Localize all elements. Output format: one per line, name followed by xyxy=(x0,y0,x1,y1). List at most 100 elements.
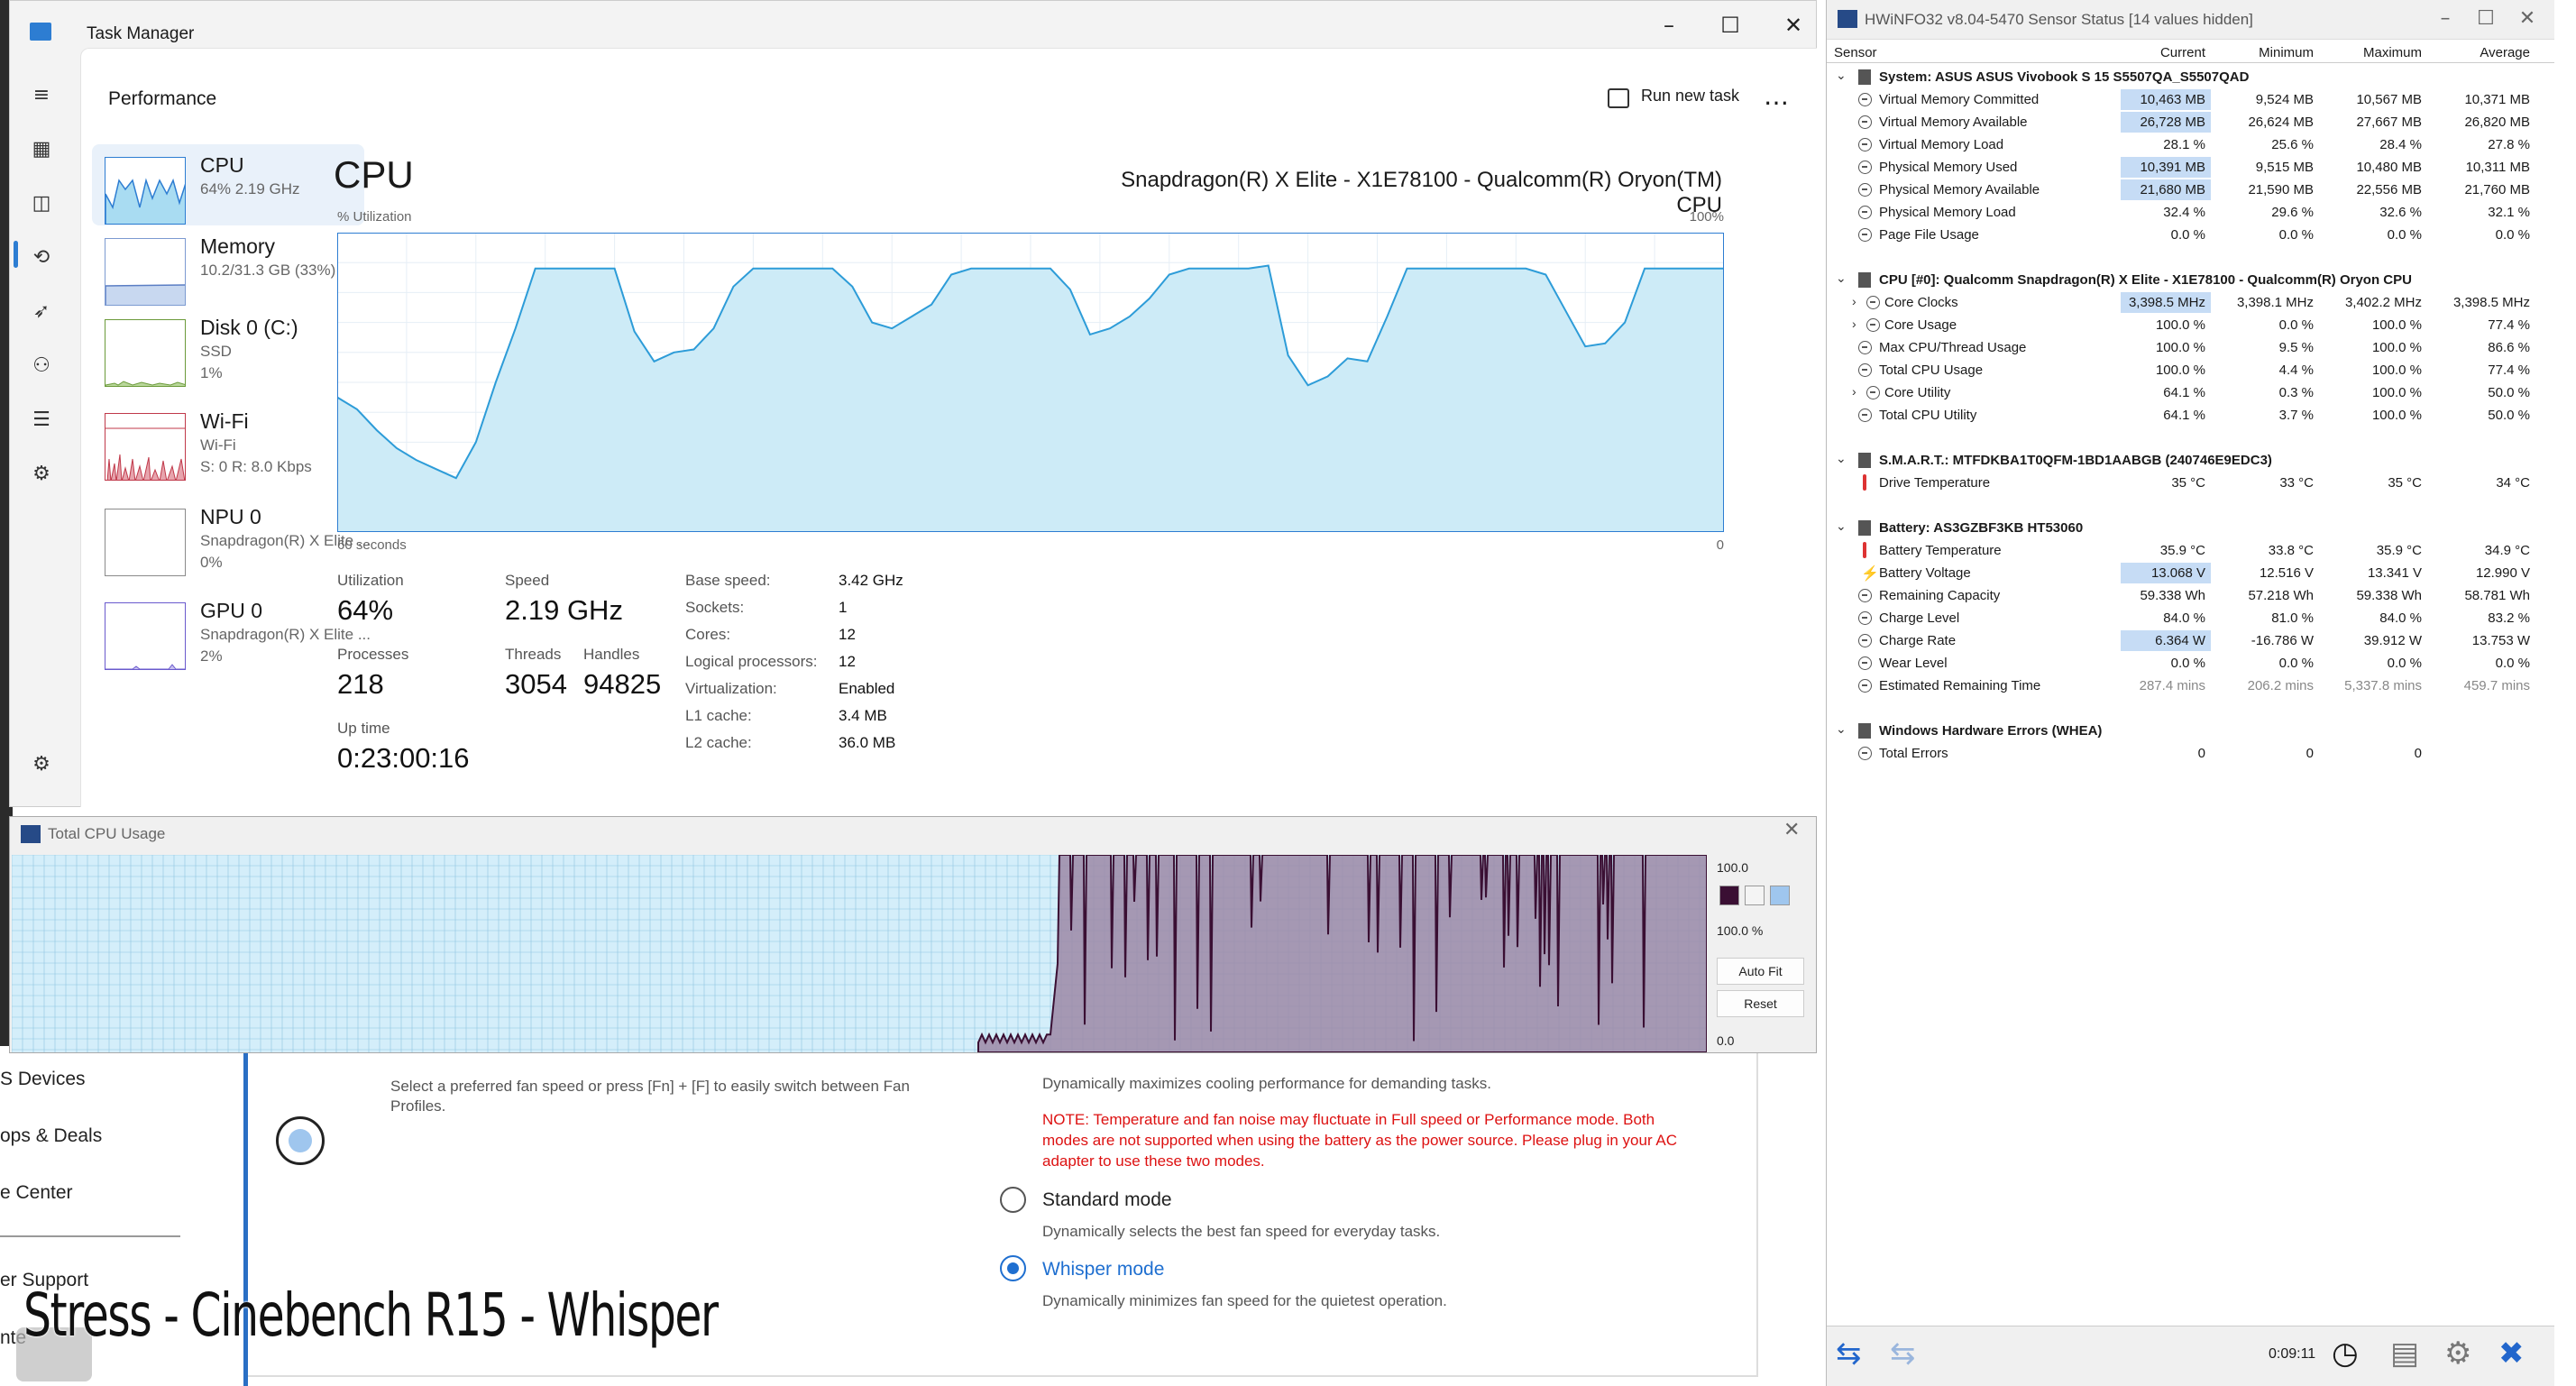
sensor-value: 3,398.5 MHz xyxy=(2128,295,2205,310)
sensor-value: -16.786 W xyxy=(2251,633,2314,648)
sensor-value: 0 xyxy=(2197,746,2205,761)
standard-mode-radio[interactable] xyxy=(1000,1187,1026,1213)
collapse-chevron-icon[interactable]: ⌄ xyxy=(1836,721,1847,737)
collapse-chevron-icon[interactable]: ⌄ xyxy=(1836,451,1847,466)
settings-icon[interactable]: ⚙ xyxy=(2444,1336,2471,1372)
auto-fit-button[interactable]: Auto Fit xyxy=(1717,958,1804,985)
hamburger-menu-icon[interactable]: ≡ xyxy=(28,82,55,109)
sensor-value: 100.0 % xyxy=(2155,363,2205,378)
col-maximum[interactable]: Maximum xyxy=(2323,45,2422,60)
sensor-row[interactable]: Estimated Remaining Time 287.4 mins 206.2 … xyxy=(1827,675,2554,697)
sensor-row[interactable]: Physical Memory Available 21,680 MB 21,590… xyxy=(1827,179,2554,201)
sensor-group-header[interactable]: ⌄ Windows Hardware Errors (WHEA) xyxy=(1827,720,2554,742)
sensor-group-header[interactable]: ⌄ S.M.A.R.T.: MTFDKBA1T0QFM-1BD1AABGB (24… xyxy=(1827,449,2554,472)
sensor-row[interactable]: Battery Temperature 35.9 °C 33.8 °C 35.9 °C… xyxy=(1827,539,2554,562)
collapse-chevron-icon[interactable]: ⌄ xyxy=(1836,519,1847,534)
cpu-thumbnail xyxy=(105,157,186,225)
sensor-row[interactable]: Virtual Memory Committed 10,463 MB 9,524 M… xyxy=(1827,88,2554,111)
close-icon[interactable]: ✕ xyxy=(2509,7,2545,30)
run-task-icon[interactable] xyxy=(1608,88,1629,108)
expand-chevron-icon[interactable]: › xyxy=(1852,317,1856,331)
arrows-icon[interactable]: ⇆ xyxy=(1836,1336,1862,1372)
standard-mode-title[interactable]: Standard mode xyxy=(1042,1189,1172,1211)
sensor-value: 0 xyxy=(2306,746,2314,761)
sensor-row[interactable]: Drive Temperature 35 °C 33 °C 35 °C 34 °C xyxy=(1827,472,2554,494)
details-icon[interactable]: ☰ xyxy=(28,407,55,434)
hwinfo-title-bar[interactable]: HWiNFO32 v8.04-5470 Sensor Status [14 va… xyxy=(1827,0,2554,40)
sensor-row[interactable]: Max CPU/Thread Usage 100.0 % 9.5 % 100.0 % 8… xyxy=(1827,336,2554,359)
sensor-row[interactable]: Virtual Memory Load 28.1 % 25.6 % 28.4 % 27.… xyxy=(1827,133,2554,156)
collapse-chevron-icon[interactable]: ⌄ xyxy=(1836,68,1847,83)
cpu-usage-area xyxy=(977,855,1707,1052)
sensor-row[interactable]: Virtual Memory Available 26,728 MB 26,624 … xyxy=(1827,111,2554,133)
resource-disk[interactable]: Disk 0 (C:) SSD 1% xyxy=(92,307,364,388)
startup-apps-icon[interactable]: ➶ xyxy=(28,298,55,326)
close-icon[interactable]: ✕ xyxy=(1783,819,1800,841)
expand-chevron-icon[interactable]: › xyxy=(1852,384,1856,399)
sensor-row[interactable]: Physical Memory Load 32.4 % 29.6 % 32.6 % 32… xyxy=(1827,201,2554,224)
clock-icon[interactable]: ◷ xyxy=(2332,1336,2359,1372)
resource-cpu[interactable]: CPU 64% 2.19 GHz xyxy=(92,144,364,225)
minimize-icon[interactable]: – xyxy=(2427,7,2463,30)
whisper-mode-radio[interactable] xyxy=(1000,1255,1026,1281)
arrows-alt-icon[interactable]: ⇆ xyxy=(1890,1336,1916,1372)
resource-gpu[interactable]: GPU 0 Snapdragon(R) X Elite ... 2% xyxy=(92,590,371,671)
sensor-row[interactable]: › Core Utility 64.1 % 0.3 % 100.0 % 50.0 % xyxy=(1827,381,2554,404)
sensor-row[interactable]: Charge Rate 6.364 W -16.786 W 39.912 W 13.75… xyxy=(1827,629,2554,652)
resource-wifi[interactable]: Wi-Fi Wi-Fi S: 0 R: 8.0 Kbps xyxy=(92,400,364,482)
sensor-row[interactable]: Physical Memory Used 10,391 MB 9,515 MB 10,… xyxy=(1827,156,2554,179)
maximize-icon[interactable]: ☐ xyxy=(1708,12,1753,39)
fill-color-swatch[interactable] xyxy=(1770,886,1790,905)
wifi-thumbnail xyxy=(105,413,186,481)
whisper-mode-title[interactable]: Whisper mode xyxy=(1042,1259,1164,1280)
col-minimum[interactable]: Minimum xyxy=(2214,45,2314,60)
sensor-value: 57.218 Wh xyxy=(2248,588,2314,603)
sensor-row[interactable]: › Core Clocks 3,398.5 MHz 3,398.1 MHz 3,402.… xyxy=(1827,291,2554,314)
resource-memory[interactable]: Memory 10.2/31.3 GB (33%) xyxy=(92,225,364,307)
sensor-value: 100.0 % xyxy=(2371,385,2422,400)
bg-nav-deals[interactable]: ops & Deals xyxy=(0,1125,102,1147)
line-color-swatch[interactable] xyxy=(1719,886,1739,905)
sensor-group-header[interactable]: ⌄ System: ASUS ASUS Vivobook S 15 S5507QA… xyxy=(1827,66,2554,88)
sensor-row[interactable]: Total CPU Usage 100.0 % 4.4 % 100.0 % 77.4 % xyxy=(1827,359,2554,381)
col-current[interactable]: Current xyxy=(2106,45,2205,60)
close-icon[interactable]: ✕ xyxy=(1771,12,1816,39)
resource-npu[interactable]: NPU 0 Snapdragon(R) X Elite ... 0% xyxy=(92,496,371,577)
collapse-chevron-icon[interactable]: ⌄ xyxy=(1836,271,1847,286)
sensor-group-header[interactable]: ⌄ CPU [#0]: Qualcomm Snapdragon(R) X Elit… xyxy=(1827,269,2554,291)
sensor-row[interactable]: Page File Usage 0.0 % 0.0 % 0.0 % 0.0 % xyxy=(1827,224,2554,246)
users-icon[interactable]: ⚇ xyxy=(28,353,55,380)
processes-icon[interactable]: ▦ xyxy=(28,136,55,163)
services-icon[interactable]: ⚙ xyxy=(28,461,55,488)
resource-name: Disk 0 (C:) xyxy=(200,316,298,339)
performance-icon[interactable]: ◫ xyxy=(28,190,55,217)
bg-nav-devices[interactable]: S Devices xyxy=(0,1069,86,1090)
minimize-icon[interactable]: – xyxy=(1646,12,1691,39)
sensor-name: Charge Level xyxy=(1879,610,1960,626)
sensor-group-header[interactable]: ⌄ Battery: AS3GZBF3KB HT53060 xyxy=(1827,517,2554,539)
maximize-icon[interactable]: ☐ xyxy=(2468,7,2504,30)
reset-button[interactable]: Reset xyxy=(1717,990,1804,1017)
log-icon[interactable]: ▤ xyxy=(2390,1336,2419,1372)
col-average[interactable]: Average xyxy=(2431,45,2530,60)
resource-sub-2: S: 0 R: 8.0 Kbps xyxy=(200,458,312,475)
title-bar[interactable]: Task Manager – ☐ ✕ xyxy=(10,1,1816,48)
sensor-row[interactable]: Wear Level 0.0 % 0.0 % 0.0 % 0.0 % xyxy=(1827,652,2554,675)
sensor-row[interactable]: ⚡ Battery Voltage 13.068 V 12.516 V 13.341 V… xyxy=(1827,562,2554,584)
sensor-row[interactable]: Charge Level 84.0 % 81.0 % 84.0 % 83.2 % xyxy=(1827,607,2554,629)
sensor-row[interactable]: Remaining Capacity 59.338 Wh 57.218 Wh 59.3… xyxy=(1827,584,2554,607)
bg-nav-center[interactable]: e Center xyxy=(0,1182,73,1204)
hwinfo-toolbar: ⇆ ⇆ 0:09:11 ◷ ▤ ⚙ ✖ xyxy=(1827,1326,2554,1386)
run-new-task-button[interactable]: Run new task xyxy=(1641,87,1739,106)
close-sensors-icon[interactable]: ✖ xyxy=(2498,1336,2525,1372)
sensor-row[interactable]: Total CPU Utility 64.1 % 3.7 % 100.0 % 50.0 … xyxy=(1827,404,2554,427)
app-history-icon[interactable]: ⟲ xyxy=(28,244,55,271)
hwinfo-sensor-window: HWiNFO32 v8.04-5470 Sensor Status [14 va… xyxy=(1826,0,2554,1386)
expand-chevron-icon[interactable]: › xyxy=(1852,294,1856,308)
sensor-row[interactable]: Total Errors 0 0 0 xyxy=(1827,742,2554,765)
sensor-row[interactable]: › Core Usage 100.0 % 0.0 % 100.0 % 77.4 % xyxy=(1827,314,2554,336)
settings-icon[interactable]: ⚙ xyxy=(28,751,55,778)
more-options-icon[interactable]: … xyxy=(1764,81,1789,111)
col-sensor[interactable]: Sensor xyxy=(1834,45,1877,60)
bg-color-swatch[interactable] xyxy=(1745,886,1765,905)
